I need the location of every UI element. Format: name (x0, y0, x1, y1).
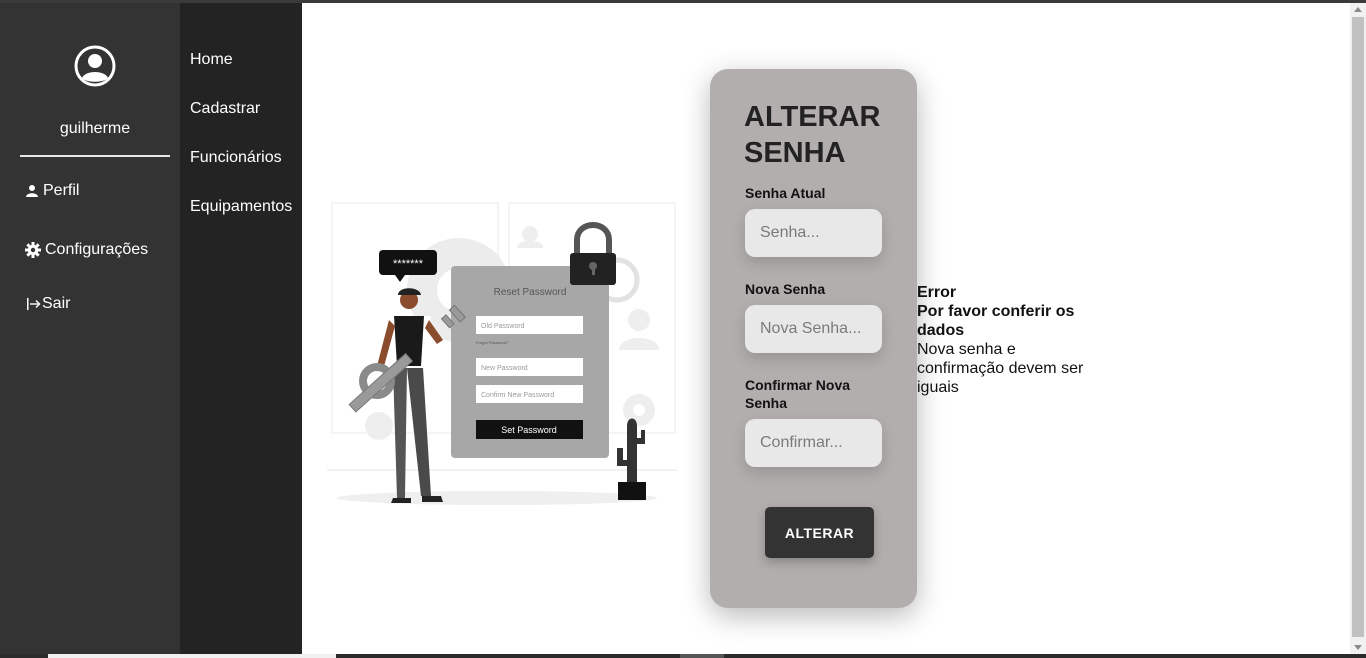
error-text: Nova senha e confirmação devem ser iguai… (917, 341, 1084, 396)
profile-sidebar: guilherme Perfil Configurações Sair (0, 3, 180, 658)
illustration-form-title: Reset Password (494, 287, 567, 298)
current-password-field[interactable] (745, 209, 882, 257)
main-nav: Home Cadastrar Funcionários Equipamentos (180, 3, 302, 658)
sidebar-link-label: Sair (42, 295, 71, 312)
illustration-forgot-password: Forgot Password? (476, 340, 509, 345)
nav-item-cadastrar[interactable]: Cadastrar (190, 100, 260, 118)
illustration-new-password: New Password (481, 365, 528, 372)
nav-item-home[interactable]: Home (190, 51, 233, 69)
reset-password-illustration: Reset Password Old Password Forgot Passw… (327, 202, 677, 505)
window-bottom-bar (0, 654, 1366, 658)
title-line-2: SENHA (744, 137, 846, 169)
person-icon (26, 185, 38, 197)
confirm-password-label: Confirmar Nova Senha (745, 377, 851, 411)
new-password-field[interactable] (745, 305, 882, 353)
user-avatar-icon (74, 45, 116, 87)
bottom-bar-segment (680, 654, 724, 658)
sidebar-link-perfil[interactable]: Perfil (25, 182, 79, 200)
sidebar-divider (20, 155, 170, 157)
illustration-password-bubble: ******* (393, 258, 424, 270)
error-message-box: Error Por favor conferir os dados Nova s… (917, 283, 1097, 397)
page-title: ALTERAR SENHA (744, 99, 914, 171)
sidebar-link-sair[interactable]: Sair (27, 295, 70, 313)
sidebar-link-label: Configurações (45, 241, 149, 258)
vertical-scrollbar[interactable] (1350, 3, 1366, 654)
scroll-thumb[interactable] (1352, 17, 1364, 637)
change-password-card: ALTERAR SENHA Senha Atual Nova Senha Con… (710, 69, 917, 608)
current-password-label: Senha Atual (745, 185, 826, 201)
nav-item-equipamentos[interactable]: Equipamentos (190, 198, 292, 216)
username: guilherme (59, 120, 131, 137)
gear-icon (25, 242, 41, 258)
scroll-up-arrow-icon[interactable] (1354, 7, 1362, 12)
new-password-label: Nova Senha (745, 281, 826, 297)
error-title: Error (917, 284, 957, 301)
illustration-confirm-password: Confirm New Password (481, 392, 554, 399)
sidebar-link-label: Perfil (43, 182, 80, 199)
illustration-old-password: Old Password (481, 323, 525, 330)
nav-item-funcionarios[interactable]: Funcionários (190, 149, 282, 167)
logout-icon (27, 298, 41, 310)
alterar-button[interactable]: ALTERAR (765, 507, 874, 558)
sidebar-link-configuracoes[interactable]: Configurações (25, 241, 148, 259)
scroll-down-arrow-icon[interactable] (1354, 645, 1362, 650)
illustration-set-password-button: Set Password (501, 425, 557, 435)
error-heading: Por favor conferir os dados (917, 303, 1075, 339)
bottom-bar-segment (48, 654, 336, 658)
confirm-password-field[interactable] (745, 419, 882, 467)
title-line-1: ALTERAR (744, 101, 881, 133)
main-content: Reset Password Old Password Forgot Passw… (302, 3, 1350, 654)
